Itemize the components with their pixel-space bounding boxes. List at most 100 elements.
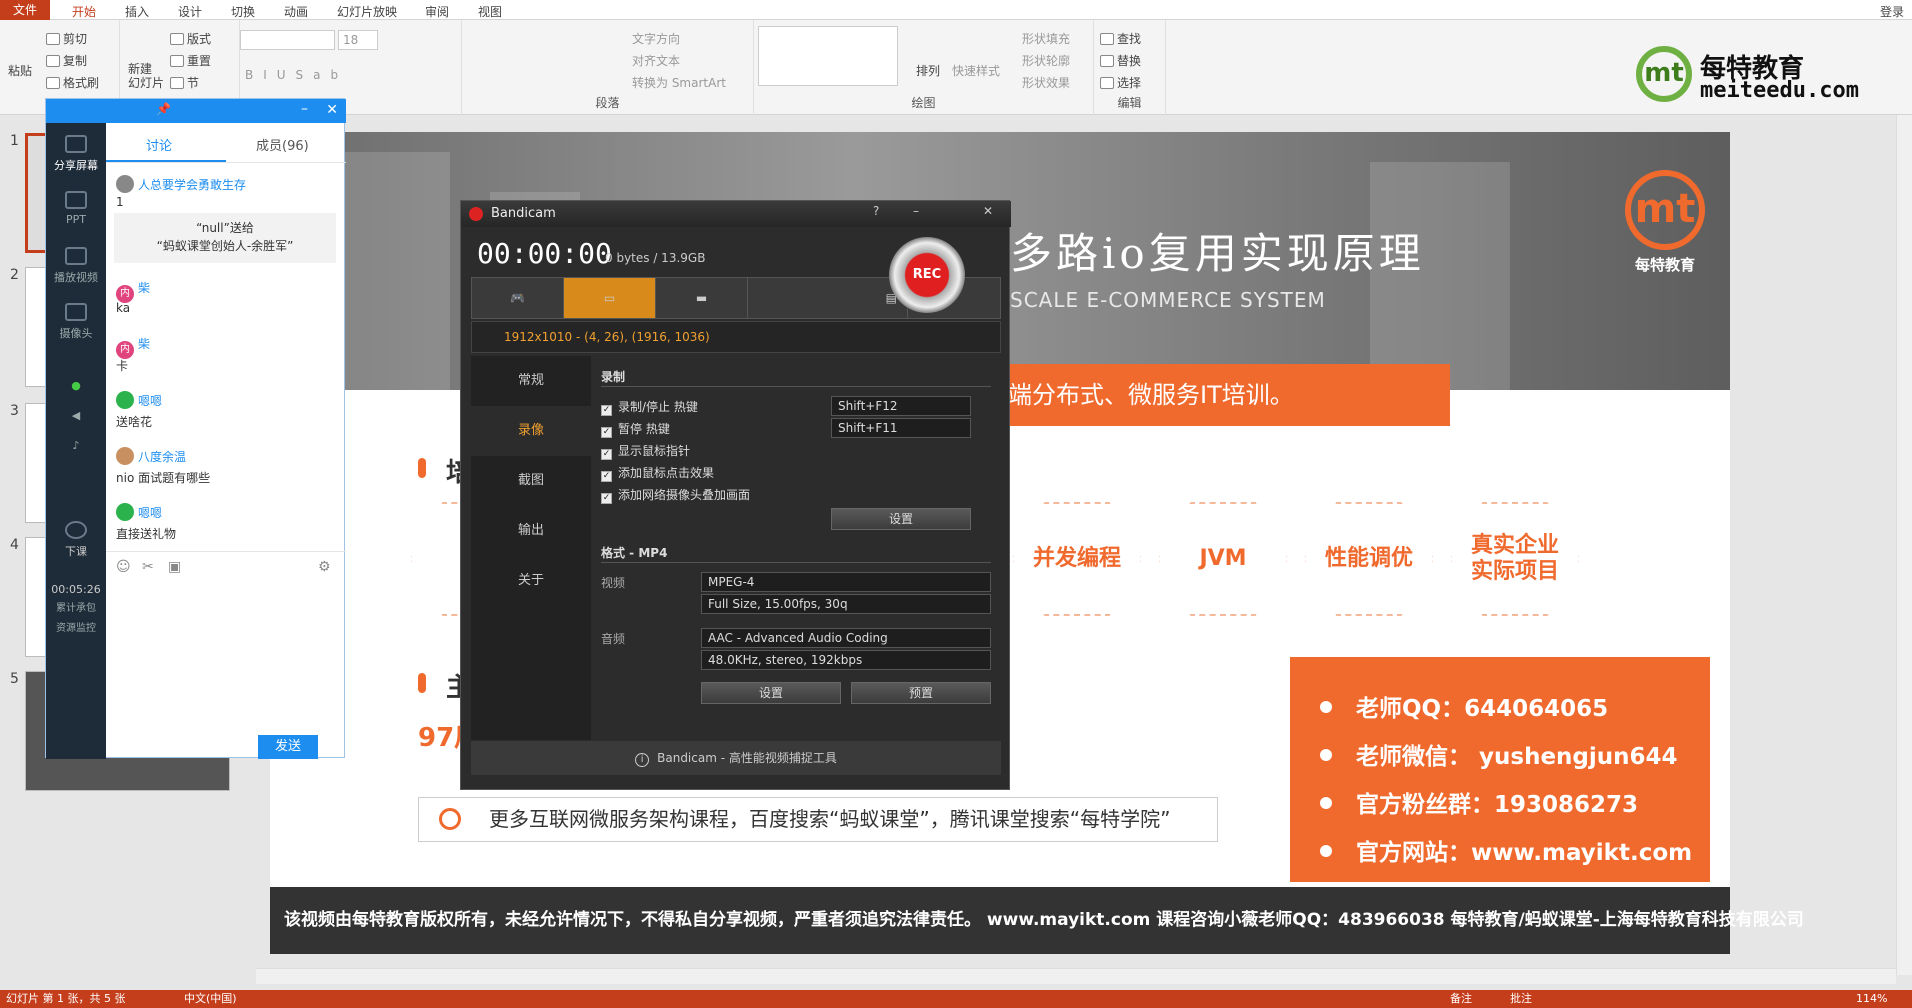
- game-mode-icon[interactable]: 🎮: [472, 278, 564, 318]
- play-video-button[interactable]: 播放视频: [46, 247, 106, 285]
- align-text-button[interactable]: 对齐文本: [632, 52, 680, 69]
- gear-icon[interactable]: ⚙: [318, 559, 331, 575]
- select-button[interactable]: 选择: [1100, 74, 1141, 91]
- rec-button[interactable]: REC: [889, 237, 965, 313]
- mic-icon[interactable]: ●: [46, 379, 106, 392]
- audio-label: 音频: [601, 632, 626, 646]
- zoom-level[interactable]: 114%: [1856, 990, 1887, 1008]
- chat-sender: 人总要学会勇敢生存: [138, 178, 247, 192]
- checkbox-checked[interactable]: ✓: [601, 405, 612, 416]
- notes-button[interactable]: 备注: [1450, 990, 1472, 1008]
- copy-button[interactable]: 复制: [46, 52, 87, 69]
- bandicam-titlebar[interactable]: Bandicam ? – ✕: [461, 201, 1011, 227]
- preset-button[interactable]: 预置: [851, 682, 991, 704]
- nav-image[interactable]: 截图: [471, 456, 591, 506]
- format-painter-button[interactable]: 格式刷: [46, 74, 99, 91]
- nav-video[interactable]: 录像: [471, 406, 591, 456]
- pin-icon[interactable]: 📌: [156, 102, 171, 116]
- help-icon[interactable]: ?: [873, 204, 879, 218]
- find-label: 查找: [1117, 32, 1142, 46]
- share-screen-button[interactable]: 分享屏幕: [46, 135, 106, 173]
- font-style-buttons[interactable]: BIUSab: [245, 68, 348, 82]
- hdmi-mode-icon[interactable]: ▬: [656, 278, 748, 318]
- speaker-icon[interactable]: ◀: [46, 409, 106, 422]
- quick-styles-button[interactable]: 快速样式: [952, 62, 1000, 79]
- camera-label: 摄像头: [59, 327, 93, 340]
- wechat-avatar: [116, 391, 134, 409]
- scissors-icon[interactable]: ✂: [142, 559, 154, 575]
- text-direction-button[interactable]: 文字方向: [632, 30, 680, 47]
- option-webcam-overlay[interactable]: ✓ 添加网络摄像头叠加画面: [601, 486, 750, 504]
- ppt-label: PPT: [66, 213, 86, 226]
- option-pause-hotkey[interactable]: ✓ 暂停 热键: [601, 420, 670, 438]
- reset-button[interactable]: 重置: [170, 52, 211, 69]
- layout-button[interactable]: 版式: [170, 30, 211, 47]
- hex-topic: 性能调优: [1304, 502, 1434, 616]
- checkbox-checked[interactable]: ✓: [601, 427, 612, 438]
- signin-link[interactable]: 登录: [1880, 3, 1904, 20]
- hotkey-record-field[interactable]: Shift+F12: [831, 396, 971, 416]
- option-record-hotkey[interactable]: ✓ 录制/停止 热键: [601, 398, 698, 416]
- hex-topic: 并发编程: [1012, 502, 1142, 616]
- nav-output[interactable]: 输出: [471, 506, 591, 556]
- music-icon[interactable]: ♪: [46, 439, 106, 452]
- comments-button[interactable]: 批注: [1510, 990, 1532, 1008]
- chat-text: ka: [116, 301, 131, 315]
- language-indicator[interactable]: 中文(中国): [184, 990, 237, 1008]
- tab-review[interactable]: 审阅: [425, 3, 449, 20]
- hotkey-pause-field[interactable]: Shift+F11: [831, 418, 971, 438]
- checkbox-checked[interactable]: ✓: [601, 449, 612, 460]
- arrange-button[interactable]: 排列: [916, 62, 940, 79]
- nav-general[interactable]: 常规: [471, 356, 591, 406]
- option-click-effect[interactable]: ✓ 添加鼠标点击效果: [601, 464, 714, 482]
- tab-file[interactable]: 文件: [0, 0, 50, 20]
- send-button[interactable]: 发送: [258, 735, 318, 759]
- horizontal-scrollbar[interactable]: [256, 968, 1896, 984]
- tab-home[interactable]: 开始: [72, 3, 96, 20]
- tab-view[interactable]: 视图: [478, 3, 502, 20]
- tab-transitions[interactable]: 切换: [231, 3, 255, 20]
- shape-fill-button[interactable]: 形状填充: [1022, 30, 1070, 47]
- section-button[interactable]: 节: [170, 74, 199, 91]
- camera-button[interactable]: 摄像头: [46, 303, 106, 341]
- tab-slideshow[interactable]: 幻灯片放映: [337, 3, 397, 20]
- tab-discussion[interactable]: 讨论: [146, 135, 172, 154]
- new-slide-button[interactable]: 新建 幻灯片: [128, 62, 164, 90]
- record-settings-button[interactable]: 设置: [831, 508, 971, 530]
- replace-button[interactable]: 替换: [1100, 52, 1141, 69]
- end-class-button[interactable]: 下课: [46, 521, 106, 559]
- smartart-button[interactable]: 转换为 SmartArt: [632, 74, 726, 91]
- tab-insert[interactable]: 插入: [125, 3, 149, 20]
- minimize-icon[interactable]: –: [301, 101, 308, 117]
- close-icon[interactable]: ✕: [326, 102, 338, 118]
- emoji-icon[interactable]: ☺: [116, 559, 131, 575]
- option-show-cursor[interactable]: ✓ 显示鼠标指针: [601, 442, 690, 460]
- vertical-scrollbar[interactable]: [1896, 115, 1912, 975]
- format-settings-button[interactable]: 设置: [701, 682, 841, 704]
- checkbox-checked[interactable]: ✓: [601, 493, 612, 504]
- screen-mode-icon[interactable]: ▭: [564, 278, 656, 318]
- tab-design[interactable]: 设计: [178, 3, 202, 20]
- cut-button[interactable]: 剪切: [46, 30, 87, 47]
- ppt-button[interactable]: PPT: [46, 191, 106, 226]
- font-size-select[interactable]: 18: [338, 30, 378, 50]
- font-family-select[interactable]: [240, 30, 335, 50]
- image-icon[interactable]: ▣: [168, 559, 181, 575]
- checkbox-checked[interactable]: ✓: [601, 471, 612, 482]
- video-label: 视频: [601, 576, 626, 590]
- chat-titlebar[interactable]: ✕ – 📌: [46, 99, 346, 123]
- tab-members[interactable]: 成员(96): [256, 135, 309, 154]
- shapes-gallery[interactable]: [758, 26, 898, 86]
- close-icon[interactable]: ✕: [983, 204, 993, 218]
- nav-about[interactable]: 关于: [471, 556, 591, 606]
- capture-area-readout[interactable]: 1912x1010 - (4, 26), (1916, 1036): [471, 321, 1001, 353]
- shape-effects-button[interactable]: 形状效果: [1022, 74, 1070, 91]
- chat-sender: 嗯嗯: [138, 394, 163, 408]
- find-button[interactable]: 查找: [1100, 30, 1141, 47]
- tab-animations[interactable]: 动画: [284, 3, 308, 20]
- paste-button[interactable]: 粘贴: [8, 62, 32, 79]
- minimize-icon[interactable]: –: [913, 204, 919, 218]
- folder-icon[interactable]: ▤: [748, 278, 908, 318]
- shape-outline-button[interactable]: 形状轮廓: [1022, 52, 1070, 69]
- chat-tabs: 讨论 成员(96): [106, 123, 346, 163]
